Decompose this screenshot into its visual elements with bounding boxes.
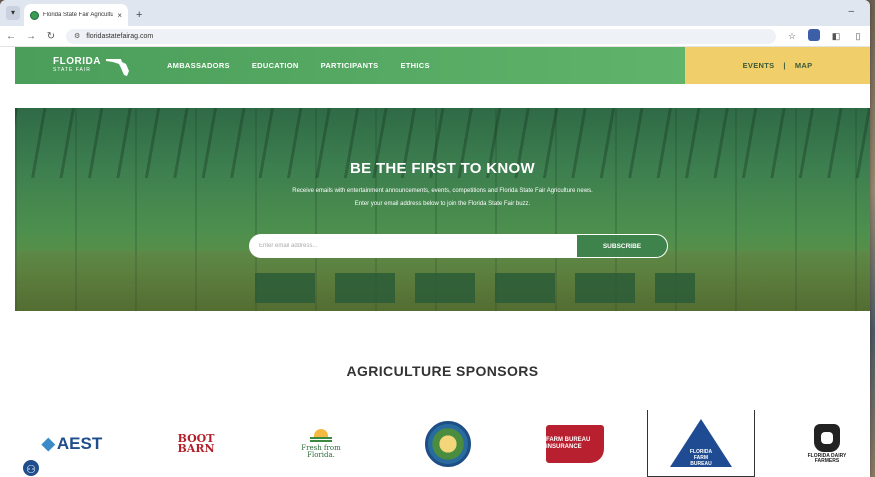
boot-barn-logo[interactable]: BOOT BARN [173, 410, 219, 477]
sponsors-heading: AGRICULTURE SPONSORS [346, 363, 539, 379]
forward-arrow-icon[interactable]: → [26, 31, 36, 42]
bookmark-star-icon[interactable]: ☆ [786, 31, 798, 42]
site-info-icon[interactable]: ⚙ [74, 32, 80, 40]
tab-title: Florida State Fair Agriculture | F [43, 12, 114, 18]
boot-barn-text: BOOT BARN [177, 431, 215, 455]
email-signup-form: SUBSCRIBE [249, 234, 668, 258]
extension-icon[interactable] [808, 29, 820, 43]
newsletter-hero: BE THE FIRST TO KNOW Receive emails with… [15, 108, 870, 311]
tab-strip: ▾ Florida State Fair Agriculture | F × +… [0, 0, 870, 26]
florida-farm-bureau-logo[interactable]: FLORIDA FARM BUREAU [647, 410, 755, 477]
field-stripes-icon [310, 436, 332, 443]
accessibility-icon[interactable]: ⚇ [21, 458, 41, 477]
nav-map[interactable]: MAP [795, 61, 813, 70]
extensions-puzzle-icon[interactable]: ◧ [830, 31, 842, 42]
farm-bureau-badge: FARM BUREAU INSURANCE [546, 424, 604, 463]
arena-barriers [255, 273, 695, 303]
email-input[interactable] [249, 234, 576, 258]
fresh-text: Fresh from Florida. [301, 443, 341, 459]
fresh-from-florida-logo[interactable]: Fresh from Florida. [301, 410, 341, 477]
cow-icon [814, 423, 840, 452]
dairy-text: FLORIDA DAIRY FARMERS [807, 452, 847, 464]
aest-leaf-icon: ◆ [41, 433, 55, 453]
nav-participants[interactable]: PARTICIPANTS [321, 61, 379, 70]
nav-ambassadors[interactable]: AMBASSADORS [167, 61, 230, 70]
subscribe-button[interactable]: SUBSCRIBE [576, 234, 668, 258]
farm-bureau-triangle-icon: FLORIDA FARM BUREAU [670, 419, 732, 467]
minimize-window-button[interactable]: – [848, 6, 854, 17]
florida-map-icon [105, 58, 129, 76]
hero-description: Receive emails with entertainment announ… [292, 188, 593, 194]
hero-title: BE THE FIRST TO KNOW [350, 160, 535, 177]
main-nav-bar: FLORIDA STATE FAIR AMBASSADORS EDUCATION… [15, 47, 685, 84]
nav-education[interactable]: EDUCATION [252, 61, 299, 70]
logo-title: FLORIDA [53, 55, 101, 67]
reload-icon[interactable]: ↻ [46, 31, 56, 42]
tab-search-button[interactable]: ▾ [6, 6, 20, 20]
profile-avatar [808, 29, 820, 41]
logo-text: FLORIDA STATE FAIR [53, 55, 101, 75]
farm-bureau-label: FLORIDA FARM BUREAU [683, 449, 719, 467]
nav-ethics[interactable]: ETHICS [400, 61, 429, 70]
browser-toolbar: ← → ↻ ⚙ floridastatefairag.com ☆ ◧ ▯ [0, 26, 870, 47]
new-tab-button[interactable]: + [136, 9, 142, 21]
nav-events[interactable]: EVENTS [743, 61, 775, 70]
state-seal-icon [425, 420, 471, 467]
side-panel-icon[interactable]: ▯ [852, 31, 864, 42]
hero-instruction: Enter your email address below to join t… [354, 201, 531, 207]
back-arrow-icon[interactable]: ← [6, 31, 16, 42]
url-text: floridastatefairag.com [86, 32, 154, 40]
sponsor-logos: ◆ AEST BOOT BARN Fresh from Florida. FARM… [15, 410, 870, 477]
farm-bureau-insurance-logo[interactable]: FARM BUREAU INSURANCE [545, 410, 605, 477]
florida-seal-logo[interactable] [423, 410, 473, 477]
browser-window: ▾ Florida State Fair Agriculture | F × +… [0, 0, 870, 477]
address-bar[interactable]: ⚙ floridastatefairag.com [66, 28, 776, 44]
sun-icon [314, 428, 328, 437]
florida-state-fair-logo[interactable]: FLORIDA STATE FAIR [53, 55, 131, 77]
aest-text: AEST [56, 433, 103, 453]
secondary-nav-bar: EVENTS | MAP [685, 47, 870, 84]
site-header: FLORIDA STATE FAIR AMBASSADORS EDUCATION… [15, 47, 870, 84]
active-tab[interactable]: Florida State Fair Agriculture | F × [24, 4, 128, 26]
aest-logo[interactable]: ◆ AEST [32, 410, 112, 477]
nav-divider: | [783, 61, 786, 70]
close-tab-icon[interactable]: × [117, 11, 122, 20]
logo-subtitle: STATE FAIR [53, 66, 91, 73]
site-favicon-icon [30, 10, 39, 20]
florida-dairy-farmers-logo[interactable]: FLORIDA DAIRY FARMERS [805, 410, 849, 477]
